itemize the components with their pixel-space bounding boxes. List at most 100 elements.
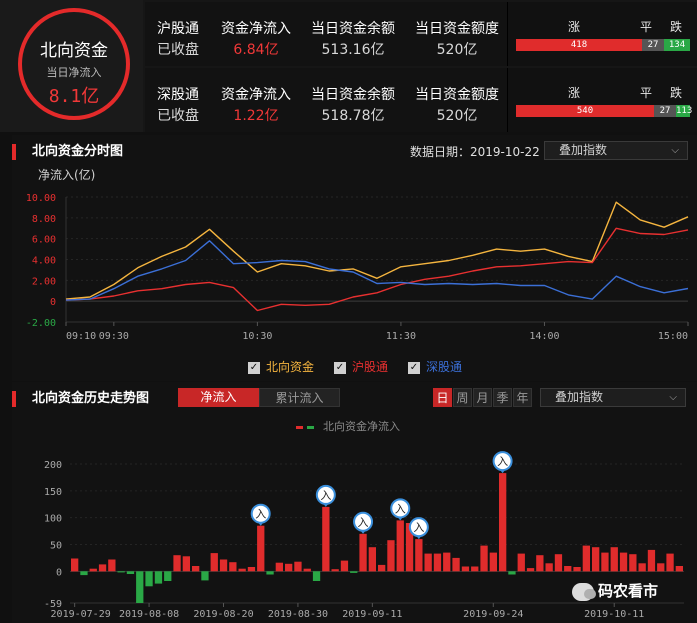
bar xyxy=(108,559,116,572)
bar xyxy=(275,562,283,572)
legend-marker-up xyxy=(296,425,303,429)
bar xyxy=(526,568,535,572)
legend-toggle-north[interactable]: ✓ 北向资金 xyxy=(248,358,314,375)
bar xyxy=(536,555,544,572)
bar xyxy=(610,547,618,572)
summary-net-inflow: 8.1亿 xyxy=(48,86,100,107)
bar xyxy=(573,567,581,572)
bar xyxy=(294,561,302,572)
bar xyxy=(433,553,442,572)
overlay-index-label: 叠加指数 xyxy=(555,390,604,404)
x-tick-label: 2019-08-08 xyxy=(119,609,179,620)
period-day[interactable]: 日 xyxy=(433,388,452,407)
bar xyxy=(629,554,637,572)
y-tick-label: 50 xyxy=(50,541,62,552)
bar xyxy=(378,564,386,572)
period-year[interactable]: 年 xyxy=(513,388,532,407)
bar xyxy=(238,568,246,572)
y-tick-label: 10.00 xyxy=(26,193,56,204)
y-tick-label: 0 xyxy=(50,297,56,308)
net-inflow-header: 资金净流入 xyxy=(221,21,291,37)
bar xyxy=(340,560,349,572)
bar xyxy=(461,566,470,572)
net-inflow-value: 6.84亿 xyxy=(233,42,279,58)
bar xyxy=(322,506,330,572)
bar xyxy=(657,563,665,572)
tab-net-inflow[interactable]: 净流入 xyxy=(178,388,259,407)
x-tick-label: 15:00 xyxy=(658,331,688,342)
down-count: 134 xyxy=(664,39,690,51)
legend-toggle-sh[interactable]: ✓ 沪股通 xyxy=(334,358,388,375)
checkbox-icon: ✓ xyxy=(248,361,260,374)
advance-decline-bar: 418 27 134 xyxy=(516,39,690,51)
buy-marker-label: 入 xyxy=(255,508,266,521)
legend-toggle-sz[interactable]: ✓ 深股通 xyxy=(408,358,462,375)
period-month[interactable]: 月 xyxy=(473,388,492,407)
bar xyxy=(331,569,339,572)
summary-title: 北向资金 xyxy=(40,41,108,61)
balance-header: 当日资金余额 xyxy=(311,87,395,103)
bar xyxy=(126,571,135,574)
period-quarter[interactable]: 季 xyxy=(493,388,512,407)
period-week[interactable]: 周 xyxy=(453,388,472,407)
bar xyxy=(285,563,293,572)
legend-label: 北向资金 xyxy=(266,360,315,374)
market-row-shanghai: 沪股通 已收盘 资金净流入 6.84亿 当日资金余额 513.16亿 当日资金额度 52… xyxy=(145,2,697,66)
y-tick-label: 4.00 xyxy=(32,256,56,267)
intraday-chart: 净流入(亿) -2.00 0 2.00 4.00 6.00 8.00 10.00 09:10 09… xyxy=(26,167,689,342)
chevron-down-icon: ⌵ xyxy=(669,392,677,403)
market-name: 沪股通 xyxy=(157,21,199,37)
history-title: 北向资金历史走势图 xyxy=(12,391,149,407)
overlay-index-dropdown[interactable]: 叠加指数 ⌵ xyxy=(544,141,688,160)
bar xyxy=(452,557,460,572)
buy-marker-label: 入 xyxy=(395,502,406,515)
buy-marker-label: 入 xyxy=(413,521,424,534)
bar xyxy=(89,568,97,572)
advance-decline-bar: 540 27 113 xyxy=(516,105,692,117)
buy-marker-label: 入 xyxy=(497,455,508,468)
bar xyxy=(136,571,144,603)
bar xyxy=(247,567,256,572)
tab-cumulative-inflow[interactable]: 累计流入 xyxy=(259,388,340,407)
flat-count: 27 xyxy=(642,39,664,51)
market-status: 已收盘 xyxy=(157,42,199,58)
quota-header: 当日资金额度 xyxy=(415,87,499,103)
overlay-index-label: 叠加指数 xyxy=(559,143,608,157)
bar xyxy=(517,553,525,572)
bar xyxy=(619,552,628,572)
x-tick-label: 11:30 xyxy=(386,331,416,342)
bar xyxy=(154,571,163,584)
advance-decline: 涨 平 跌 418 27 134 xyxy=(507,2,697,66)
checkbox-icon: ✓ xyxy=(408,361,420,374)
watermark-text: 码农看市 xyxy=(598,582,659,600)
y-tick-label: 100 xyxy=(44,514,62,525)
bar xyxy=(489,552,497,572)
bar xyxy=(257,525,265,572)
y-tick-label: 0 xyxy=(56,567,62,578)
quota-header: 当日资金额度 xyxy=(415,21,499,37)
bar xyxy=(675,566,683,572)
balance-value: 513.16亿 xyxy=(321,42,385,58)
history-legend: 北向资金净流入 xyxy=(296,418,400,434)
bar xyxy=(647,549,656,572)
bar xyxy=(368,547,376,572)
bar xyxy=(229,562,237,572)
bar xyxy=(173,555,181,572)
bar xyxy=(219,559,228,572)
x-tick-label: 2019-07-29 xyxy=(51,609,111,620)
data-date: 数据日期：2019-10-22 xyxy=(410,145,540,159)
bar xyxy=(71,558,79,572)
series-line-2 xyxy=(65,240,689,301)
down-label: 跌 xyxy=(670,86,683,100)
up-count: 418 xyxy=(516,39,642,51)
history-legend-label: 北向资金净流入 xyxy=(323,420,400,433)
y-tick-label: 200 xyxy=(44,460,62,471)
overlay-index-dropdown-history[interactable]: 叠加指数 ⌵ xyxy=(540,388,686,407)
flat-label: 平 xyxy=(640,20,653,34)
x-tick-label: 2019-09-24 xyxy=(463,609,523,620)
y-tick-label: 2.00 xyxy=(32,276,56,287)
x-tick-label: 09:30 xyxy=(99,331,129,342)
intraday-title: 北向资金分时图 xyxy=(12,144,123,160)
chevron-down-icon: ⌵ xyxy=(671,145,679,156)
bar xyxy=(145,571,153,587)
